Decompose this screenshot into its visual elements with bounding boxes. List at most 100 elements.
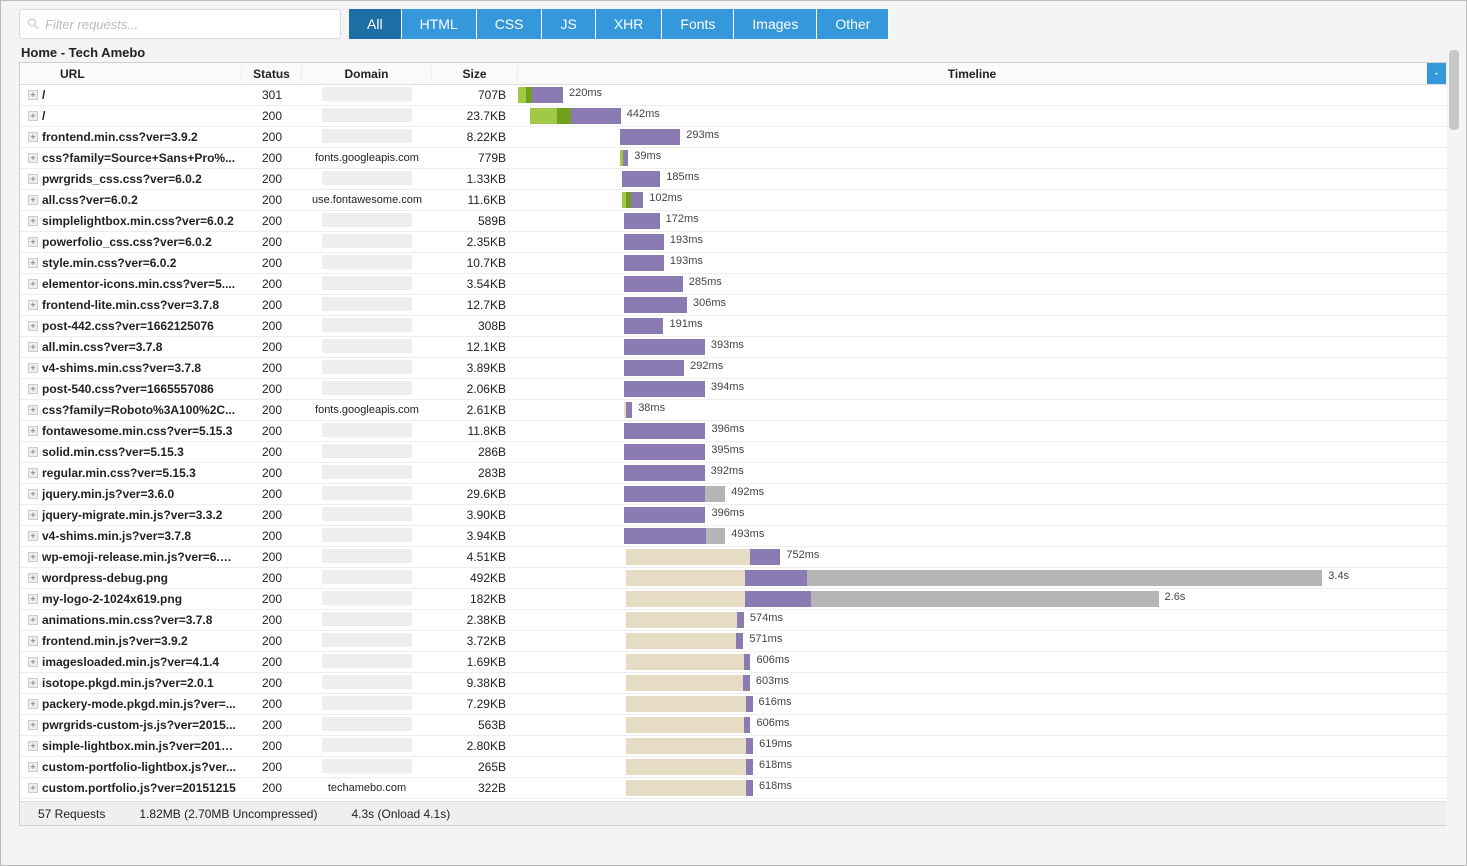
table-row[interactable]: +packery-mode.pkgd.min.js?ver=...2007.29… (20, 694, 1447, 715)
expand-icon[interactable]: + (28, 699, 38, 709)
col-domain[interactable]: Domain (302, 67, 432, 81)
scroll-thumb[interactable] (1449, 50, 1459, 130)
table-row[interactable]: +animations.min.css?ver=3.7.82002.38KB57… (20, 610, 1447, 631)
table-row[interactable]: +v4-shims.min.js?ver=3.7.82003.94KB493ms (20, 526, 1447, 547)
filter-tab-all[interactable]: All (349, 9, 402, 39)
table-row[interactable]: +elementor-icons.min.css?ver=5....2003.5… (20, 274, 1447, 295)
expand-icon[interactable]: + (28, 678, 38, 688)
filter-tab-other[interactable]: Other (817, 9, 889, 39)
expand-icon[interactable]: + (28, 552, 38, 562)
expand-icon[interactable]: + (28, 405, 38, 415)
filter-tab-fonts[interactable]: Fonts (662, 9, 734, 39)
filter-tab-images[interactable]: Images (734, 9, 817, 39)
col-timeline[interactable]: Timeline (518, 67, 1427, 81)
col-size[interactable]: Size (432, 67, 518, 81)
expand-icon[interactable]: + (28, 216, 38, 226)
expand-icon[interactable]: + (28, 174, 38, 184)
status-cell: 200 (242, 655, 302, 669)
filter-input-wrap[interactable] (19, 9, 341, 39)
expand-icon[interactable]: + (28, 510, 38, 520)
timeline-cell: 193ms (518, 253, 1447, 273)
expand-icon[interactable]: + (28, 111, 38, 121)
table-row[interactable]: +fontawesome.min.css?ver=5.15.320011.8KB… (20, 421, 1447, 442)
expand-icon[interactable]: + (28, 720, 38, 730)
table-row[interactable]: +style.min.css?ver=6.0.220010.7KB193ms (20, 253, 1447, 274)
expand-icon[interactable]: + (28, 321, 38, 331)
table-row[interactable]: +frontend.min.css?ver=3.9.22008.22KB293m… (20, 127, 1447, 148)
table-row[interactable]: +imagesloaded.min.js?ver=4.1.42001.69KB6… (20, 652, 1447, 673)
table-row[interactable]: +/20023.7KB442ms (20, 106, 1447, 127)
expand-icon[interactable]: + (28, 489, 38, 499)
filter-input[interactable] (45, 17, 334, 32)
table-row[interactable]: +all.css?ver=6.0.2200use.fontawesome.com… (20, 190, 1447, 211)
expand-icon[interactable]: + (28, 741, 38, 751)
expand-icon[interactable]: + (28, 426, 38, 436)
expand-icon[interactable]: + (28, 279, 38, 289)
table-row[interactable]: +pwrgrids-custom-js.js?ver=2015...200563… (20, 715, 1447, 736)
toolbar: AllHTMLCSSJSXHRFontsImagesOther (19, 7, 1448, 41)
table-row[interactable]: +jquery-migrate.min.js?ver=3.3.22003.90K… (20, 505, 1447, 526)
table-row[interactable]: +my-logo-2-1024x619.png200182KB2.6s (20, 589, 1447, 610)
expand-icon[interactable]: + (28, 531, 38, 541)
table-row[interactable]: +wordpress-debug.png200492KB3.4s (20, 568, 1447, 589)
table-row[interactable]: +post-540.css?ver=16655570862002.06KB394… (20, 379, 1447, 400)
table-row[interactable]: +solid.min.css?ver=5.15.3200286B395ms (20, 442, 1447, 463)
table-row[interactable]: +pwrgrids_css.css?ver=6.0.22001.33KB185m… (20, 169, 1447, 190)
timeline-cell: 285ms (518, 274, 1447, 294)
filter-tab-css[interactable]: CSS (477, 9, 543, 39)
filter-tab-js[interactable]: JS (542, 9, 595, 39)
table-row[interactable]: +v4-shims.min.css?ver=3.7.82003.89KB292m… (20, 358, 1447, 379)
table-row[interactable]: +frontend-lite.min.css?ver=3.7.820012.7K… (20, 295, 1447, 316)
expand-icon[interactable]: + (28, 657, 38, 667)
filter-tab-xhr[interactable]: XHR (596, 9, 663, 39)
expand-icon[interactable]: + (28, 594, 38, 604)
expand-icon[interactable]: + (28, 258, 38, 268)
domain-cell (302, 696, 432, 713)
col-status[interactable]: Status (242, 67, 302, 81)
expand-icon[interactable]: + (28, 153, 38, 163)
scrollbar[interactable] (1447, 50, 1461, 832)
domain-cell (302, 213, 432, 230)
columns-dropdown[interactable] (1427, 63, 1447, 84)
table-row[interactable]: +css?family=Roboto%3A100%2C...200fonts.g… (20, 400, 1447, 421)
url-cell: / (42, 109, 45, 123)
url-cell: solid.min.css?ver=5.15.3 (42, 445, 184, 459)
expand-icon[interactable]: + (28, 636, 38, 646)
expand-icon[interactable]: + (28, 447, 38, 457)
col-url[interactable]: URL (20, 67, 242, 81)
domain-cell (302, 465, 432, 482)
expand-icon[interactable]: + (28, 300, 38, 310)
expand-icon[interactable]: + (28, 132, 38, 142)
expand-icon[interactable]: + (28, 762, 38, 772)
table-row[interactable]: +custom-portfolio-lightbox.js?ver...2002… (20, 757, 1447, 778)
table-row[interactable]: +powerfolio_css.css?ver=6.0.22002.35KB19… (20, 232, 1447, 253)
table-row[interactable]: +post-442.css?ver=1662125076200308B191ms (20, 316, 1447, 337)
expand-icon[interactable]: + (28, 468, 38, 478)
table-row[interactable]: +css?family=Source+Sans+Pro%...200fonts.… (20, 148, 1447, 169)
expand-icon[interactable]: + (28, 615, 38, 625)
expand-icon[interactable]: + (28, 783, 38, 793)
expand-icon[interactable]: + (28, 342, 38, 352)
table-row[interactable]: +isotope.pkgd.min.js?ver=2.0.12009.38KB6… (20, 673, 1447, 694)
expand-icon[interactable]: + (28, 573, 38, 583)
expand-icon[interactable]: + (28, 90, 38, 100)
url-cell: post-442.css?ver=1662125076 (42, 319, 214, 333)
table-row[interactable]: +regular.min.css?ver=5.15.3200283B392ms (20, 463, 1447, 484)
expand-icon[interactable]: + (28, 237, 38, 247)
table-row[interactable]: +jquery.min.js?ver=3.6.020029.6KB492ms (20, 484, 1447, 505)
table-row[interactable]: +wp-emoji-release.min.js?ver=6.0.22004.5… (20, 547, 1447, 568)
table-row[interactable]: +frontend.min.js?ver=3.9.22003.72KB571ms (20, 631, 1447, 652)
expand-icon[interactable]: + (28, 363, 38, 373)
expand-icon[interactable]: + (28, 195, 38, 205)
table-row[interactable]: +/301707B220ms (20, 85, 1447, 106)
table-row[interactable]: +custom.portfolio.js?ver=20151215200tech… (20, 778, 1447, 799)
table-row[interactable]: +simple-lightbox.min.js?ver=2015...2002.… (20, 736, 1447, 757)
domain-cell (302, 633, 432, 650)
table-row[interactable]: +simplelightbox.min.css?ver=6.0.2200589B… (20, 211, 1447, 232)
expand-icon[interactable]: + (28, 384, 38, 394)
domain-cell (302, 360, 432, 377)
size-cell: 707B (432, 88, 518, 102)
table-row[interactable]: +all.min.css?ver=3.7.820012.1KB393ms (20, 337, 1447, 358)
domain-cell (302, 129, 432, 146)
filter-tab-html[interactable]: HTML (402, 9, 477, 39)
